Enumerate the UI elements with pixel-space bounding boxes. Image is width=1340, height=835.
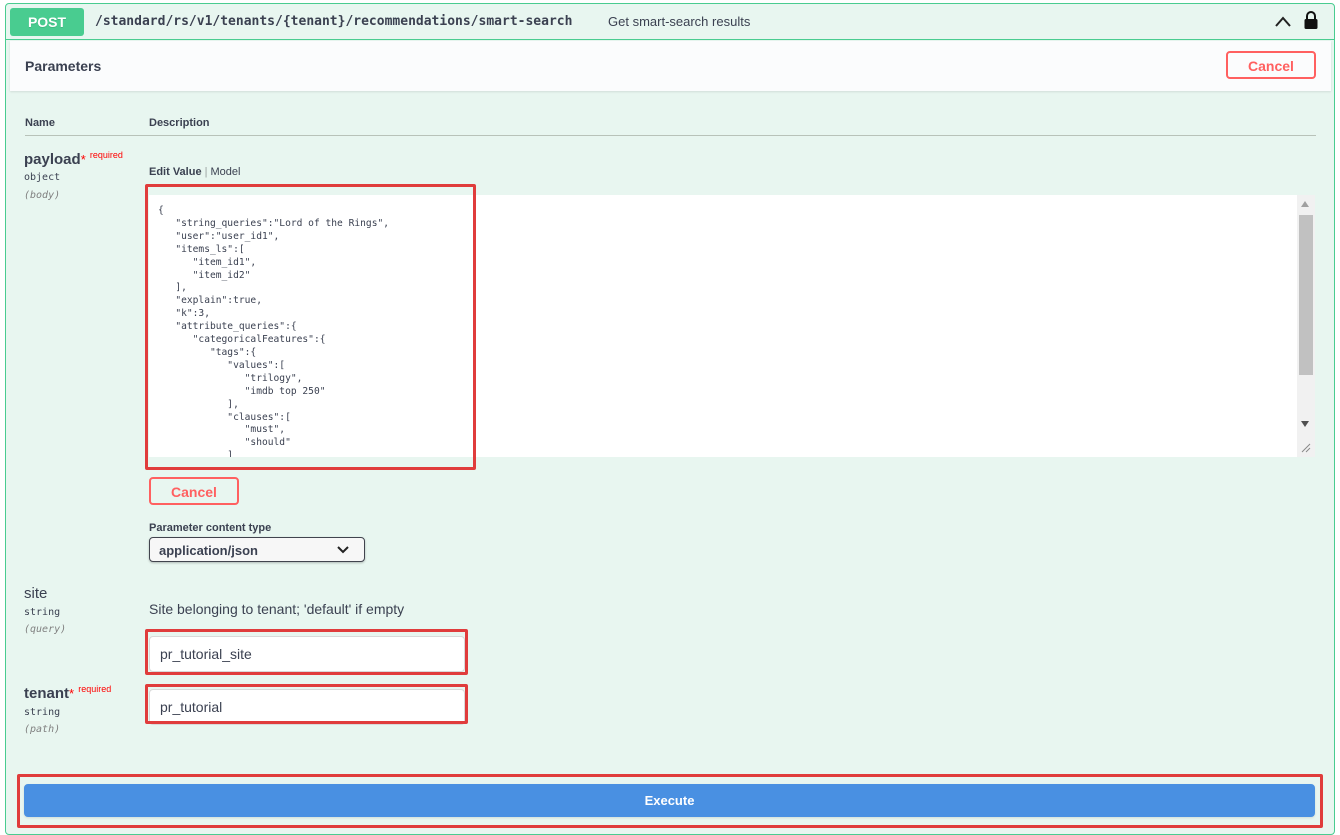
- required-star: *: [69, 686, 75, 701]
- tab-model[interactable]: Model: [210, 166, 240, 178]
- tenant-input[interactable]: pr_tutorial: [149, 689, 465, 725]
- chevron-up-icon[interactable]: [1274, 14, 1292, 30]
- column-header-name: Name: [25, 117, 55, 129]
- param-in-site: (query): [24, 624, 67, 635]
- param-type-tenant: string: [24, 707, 61, 718]
- header-divider: [25, 135, 1316, 136]
- required-star: *: [80, 152, 86, 167]
- param-type-site: string: [24, 607, 61, 618]
- column-header-description: Description: [149, 117, 210, 129]
- resize-grip-icon[interactable]: [1301, 443, 1311, 453]
- param-name-site: site: [24, 585, 48, 602]
- param-payload-label: payload: [24, 151, 81, 168]
- textarea-scrollbar[interactable]: [1297, 195, 1315, 457]
- param-in-payload: (body): [24, 190, 61, 201]
- tab-edit-value[interactable]: Edit Value: [149, 166, 202, 178]
- param-type-payload: object: [24, 172, 61, 183]
- execute-button[interactable]: Execute: [24, 784, 1315, 817]
- request-body-code: { "string_queries":"Lord of the Rings", …: [158, 205, 390, 457]
- scroll-up-arrow-icon[interactable]: [1301, 201, 1309, 207]
- endpoint-summary: Get smart-search results: [608, 14, 751, 29]
- param-name-tenant: tenant* required: [24, 684, 112, 702]
- chevron-down-icon: [337, 546, 349, 554]
- content-type-select[interactable]: application/json: [149, 537, 365, 562]
- body-tabs: Edit Value | Model: [149, 166, 240, 178]
- content-type-label: Parameter content type: [149, 522, 272, 534]
- param-description-site: Site belonging to tenant; 'default' if e…: [149, 601, 405, 617]
- cancel-try-out-button[interactable]: Cancel: [1226, 51, 1316, 79]
- site-input[interactable]: pr_tutorial_site: [149, 636, 465, 672]
- required-label: required: [89, 150, 123, 160]
- param-name-payload: payload* required: [24, 150, 123, 168]
- operation-summary[interactable]: POST /standard/rs/v1/tenants/{tenant}/re…: [6, 4, 1334, 40]
- parameters-title: Parameters: [25, 58, 102, 74]
- endpoint-path: /standard/rs/v1/tenants/{tenant}/recomme…: [95, 14, 573, 29]
- scroll-down-arrow-icon[interactable]: [1301, 421, 1309, 427]
- lock-icon[interactable]: [1303, 10, 1319, 30]
- request-body-textarea[interactable]: { "string_queries":"Lord of the Rings", …: [149, 195, 1315, 457]
- required-label: required: [78, 684, 112, 694]
- param-tenant-label: tenant: [24, 685, 69, 702]
- parameters-header: Parameters Cancel: [10, 41, 1331, 91]
- content-type-value: application/json: [159, 543, 258, 558]
- param-in-tenant: (path): [24, 724, 61, 735]
- body-cancel-button[interactable]: Cancel: [149, 477, 239, 505]
- http-method-badge: POST: [10, 8, 84, 36]
- scroll-thumb[interactable]: [1299, 215, 1313, 375]
